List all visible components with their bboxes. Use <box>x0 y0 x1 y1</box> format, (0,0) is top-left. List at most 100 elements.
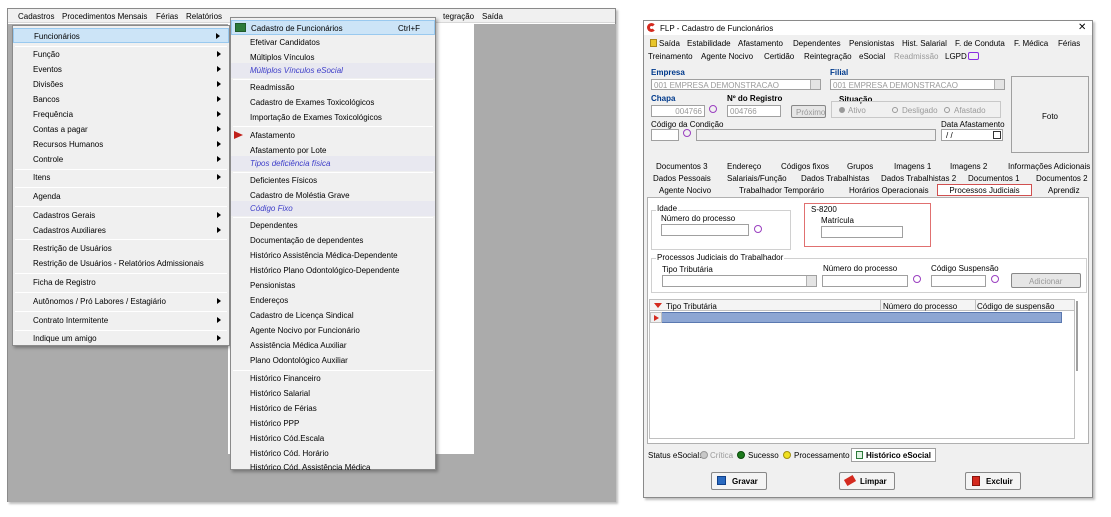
tab-salariais[interactable]: Salariais/Função <box>727 174 787 183</box>
search-icon[interactable] <box>683 129 691 137</box>
submenu-item-hist-odonto[interactable]: Histórico Plano Odontológico-Dependente <box>231 263 435 278</box>
menu-item-itens[interactable]: Itens <box>13 170 229 185</box>
calendar-icon[interactable] <box>993 131 1001 139</box>
submenu-item-importacao-exames[interactable]: Importação de Exames Toxicológicos <box>231 110 435 125</box>
tab-info-adicionais[interactable]: Informações Adicionais <box>1008 162 1090 171</box>
submenu-item-hist-salarial[interactable]: Histórico Salarial <box>231 386 435 401</box>
submenu-item-hist-assist[interactable]: Histórico Cód. Assistência Médica <box>231 460 435 475</box>
tab-dados-trabalhistas[interactable]: Dados Trabalhistas <box>801 174 869 183</box>
menu-reintegracao[interactable]: Reintegração <box>804 52 852 61</box>
submenu-item-efetivar[interactable]: Efetivar Candidatos <box>231 35 435 50</box>
radio-ativo[interactable] <box>839 107 845 113</box>
menu-item-frequencia[interactable]: Frequência <box>13 107 229 122</box>
menu-estabilidade[interactable]: Estabilidade <box>687 39 731 48</box>
proximo-button[interactable]: Próximo <box>791 105 826 118</box>
menu-agente-nocivo[interactable]: Agente Nocivo <box>701 52 753 61</box>
tab-imagens-2[interactable]: Imagens 2 <box>950 162 987 171</box>
submenu-item-hist-horario[interactable]: Histórico Cód. Horário <box>231 446 435 461</box>
menu-relatorios[interactable]: Relatórios <box>186 12 222 21</box>
radio-desligado[interactable] <box>892 107 898 113</box>
menu-item-ficha[interactable]: Ficha de Registro <box>13 275 229 290</box>
submenu-item-plano-odonto-aux[interactable]: Plano Odontológico Auxiliar <box>231 353 435 368</box>
tab-imagens-1[interactable]: Imagens 1 <box>894 162 931 171</box>
search-icon[interactable] <box>754 225 762 233</box>
menu-lgpd[interactable]: LGPD <box>945 52 967 61</box>
grid-row[interactable] <box>650 312 1062 323</box>
submenu-item-agente-nocivo[interactable]: Agente Nocivo por Funcionário <box>231 323 435 338</box>
menu-afastamento[interactable]: Afastamento <box>738 39 783 48</box>
registro-input[interactable]: 004766 <box>727 105 781 117</box>
submenu-item-afastamento[interactable]: Afastamento <box>231 128 435 143</box>
close-icon[interactable]: ✕ <box>1078 22 1086 33</box>
tipo-trib-select[interactable] <box>662 275 817 287</box>
menu-integracao[interactable]: tegração <box>443 12 474 21</box>
num-proc2-input[interactable] <box>822 275 908 287</box>
tab-horarios[interactable]: Horários Operacionais <box>849 186 929 195</box>
adicionar-button[interactable]: Adicionar <box>1011 273 1081 288</box>
radio-afastado[interactable] <box>944 107 950 113</box>
num-processo-input[interactable] <box>661 224 749 236</box>
submenu-item-hist-ferias[interactable]: Histórico de Férias <box>231 401 435 416</box>
menu-item-cadastros-gerais[interactable]: Cadastros Gerais <box>13 208 229 223</box>
submenu-item-readmissao[interactable]: Readmissão <box>231 80 435 95</box>
menu-item-divisoes[interactable]: Divisões <box>13 77 229 92</box>
menu-item-indique[interactable]: Indique um amigo <box>13 331 229 346</box>
submenu-item-dependentes[interactable]: Dependentes <box>231 218 435 233</box>
grid-header-codigo[interactable]: Código de suspensão <box>977 302 1054 311</box>
menu-item-funcao[interactable]: Função <box>13 47 229 62</box>
menu-item-restricao-relatorios[interactable]: Restrição de Usuários - Relatórios Admis… <box>13 256 229 271</box>
menu-ferias[interactable]: Férias <box>1058 39 1080 48</box>
menu-item-restricao[interactable]: Restrição de Usuários <box>13 241 229 256</box>
menu-item-eventos[interactable]: Eventos <box>13 62 229 77</box>
empresa-select[interactable]: 001 EMPRESA DEMONSTRACAO <box>651 79 821 90</box>
tab-documentos-3[interactable]: Documentos 3 <box>656 162 708 171</box>
tab-dados-pessoais[interactable]: Dados Pessoais <box>653 174 711 183</box>
menu-pensionistas[interactable]: Pensionistas <box>849 39 894 48</box>
submenu-item-codigo-fixo[interactable]: Código Fixo <box>231 201 435 216</box>
cod-susp-input[interactable] <box>931 275 986 287</box>
menu-dependentes[interactable]: Dependentes <box>793 39 841 48</box>
menu-saida[interactable]: Saída <box>659 39 680 48</box>
tab-aprendiz[interactable]: Aprendiz <box>1048 186 1080 195</box>
submenu-item-multiplos-esocial[interactable]: Múltiplos Vínculos eSocial <box>231 63 435 78</box>
grid-scrollbar[interactable] <box>1076 301 1078 371</box>
submenu-item-hist-ppp[interactable]: Histórico PPP <box>231 416 435 431</box>
condicao-input[interactable] <box>651 129 679 141</box>
submenu-item-hist-financeiro[interactable]: Histórico Financeiro <box>231 371 435 386</box>
submenu-item-tipos-deficiencia[interactable]: Tipos deficiência física <box>231 156 435 171</box>
menu-f-conduta[interactable]: F. de Conduta <box>955 39 1005 48</box>
submenu-item-doc-dependentes[interactable]: Documentação de dependentes <box>231 233 435 248</box>
menu-certidao[interactable]: Certidão <box>764 52 794 61</box>
search-icon[interactable] <box>709 105 717 113</box>
menu-ferias[interactable]: Férias <box>156 12 178 21</box>
menu-item-funcionarios[interactable]: Funcionários <box>13 28 229 43</box>
menu-saida[interactable]: Saída <box>482 12 503 21</box>
excluir-button[interactable]: Excluir <box>965 472 1021 490</box>
filial-select[interactable]: 001 EMPRESA DEMONSTRACAO <box>830 79 1005 90</box>
limpar-button[interactable]: Limpar <box>839 472 895 490</box>
tab-processos-judiciais[interactable]: Processos Judiciais <box>937 184 1032 196</box>
menu-esocial[interactable]: eSocial <box>859 52 885 61</box>
menu-item-rh[interactable]: Recursos Humanos <box>13 137 229 152</box>
submenu-item-deficientes[interactable]: Deficientes Físicos <box>231 173 435 188</box>
submenu-item-enderecos[interactable]: Endereços <box>231 293 435 308</box>
submenu-item-licenca-sindical[interactable]: Cadastro de Licença Sindical <box>231 308 435 323</box>
foto-box[interactable]: Foto <box>1011 76 1089 153</box>
menu-item-contas[interactable]: Contas a pagar <box>13 122 229 137</box>
submenu-item-exames-tox[interactable]: Cadastro de Exames Toxicológicos <box>231 95 435 110</box>
menu-item-agenda[interactable]: Agenda <box>13 189 229 204</box>
tab-documentos-1[interactable]: Documentos 1 <box>968 174 1020 183</box>
historico-esocial-button[interactable]: Histórico eSocial <box>851 448 936 462</box>
tab-codigos-fixos[interactable]: Códigos fixos <box>781 162 829 171</box>
menu-treinamento[interactable]: Treinamento <box>648 52 693 61</box>
tab-trabalhador-temporario[interactable]: Trabalhador Temporário <box>739 186 824 195</box>
menu-item-autonomos[interactable]: Autônomos / Pró Labores / Estagiário <box>13 294 229 309</box>
menu-item-intermitente[interactable]: Contrato Intermitente <box>13 313 229 328</box>
submenu-item-pensionistas[interactable]: Pensionistas <box>231 278 435 293</box>
menu-f-medica[interactable]: F. Médica <box>1014 39 1048 48</box>
menu-item-controle[interactable]: Controle <box>13 152 229 167</box>
menu-cadastros[interactable]: Cadastros <box>18 12 54 21</box>
tab-endereco[interactable]: Endereço <box>727 162 761 171</box>
menu-procedimentos[interactable]: Procedimentos Mensais <box>62 12 147 21</box>
tab-documentos-2[interactable]: Documentos 2 <box>1036 174 1088 183</box>
